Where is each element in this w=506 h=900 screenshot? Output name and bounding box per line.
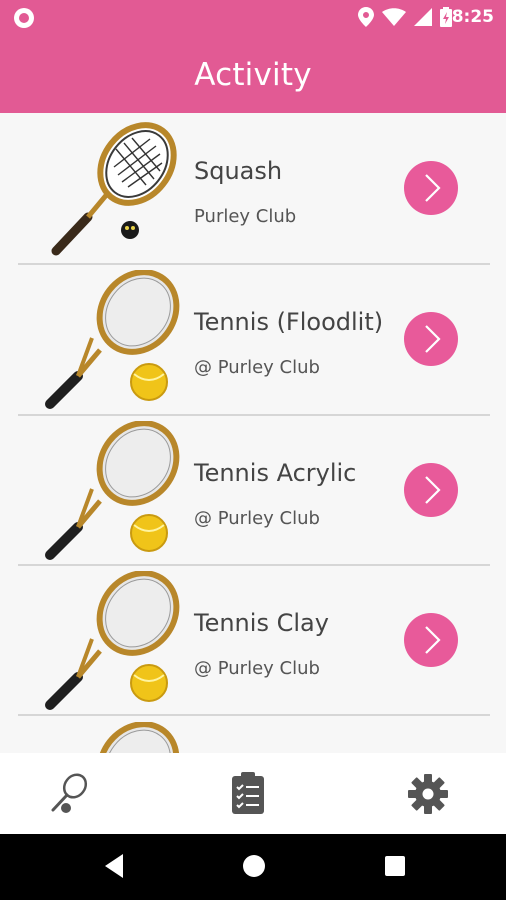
chevron-right-icon <box>425 626 441 654</box>
bottom-navigation <box>0 753 506 834</box>
settings-tab[interactable] <box>402 768 454 820</box>
list-item-squash[interactable]: Squash Purley Club <box>0 113 506 263</box>
recents-icon[interactable] <box>382 852 408 880</box>
activity-title: Tennis Acrylic <box>194 459 357 487</box>
open-activity-button[interactable] <box>404 312 458 366</box>
open-activity-button[interactable] <box>404 463 458 517</box>
tennis-racket-icon <box>45 571 180 710</box>
tennis-racket-icon <box>45 270 180 409</box>
back-icon[interactable] <box>101 852 127 880</box>
racket-ball-icon <box>51 773 88 813</box>
list-item-tennis-acrylic[interactable]: Tennis Acrylic @ Purley Club <box>0 415 506 565</box>
squash-racket-icon <box>51 122 177 256</box>
activity-list: Squash Purley Club Tennis (Floodlit) @ P… <box>0 113 506 753</box>
activity-tab[interactable] <box>43 768 95 820</box>
activity-title: Squash <box>194 157 283 185</box>
list-item-tennis-clay[interactable]: Tennis Clay @ Purley Club <box>0 565 506 715</box>
open-activity-button[interactable] <box>404 613 458 667</box>
gear-icon <box>408 774 448 814</box>
activity-subtitle: @ Purley Club <box>194 357 320 378</box>
status-icons <box>358 7 452 27</box>
activity-subtitle: @ Purley Club <box>194 658 320 679</box>
chevron-right-icon <box>425 325 441 353</box>
tennis-racket-icon <box>45 421 180 560</box>
system-navigation-bar <box>0 834 506 900</box>
wifi-icon <box>382 8 406 26</box>
app-bar: Activity <box>0 36 506 113</box>
notification-icon <box>14 8 34 28</box>
activity-subtitle: Purley Club <box>194 206 297 227</box>
clipboard-checklist-icon <box>232 772 264 814</box>
activity-subtitle: @ Purley Club <box>194 508 320 529</box>
chevron-right-icon <box>425 476 441 504</box>
bookings-tab[interactable] <box>222 768 274 820</box>
activity-title: Tennis (Floodlit) <box>194 308 384 336</box>
signal-icon <box>414 8 432 26</box>
battery-icon <box>440 7 452 27</box>
location-icon <box>358 7 374 27</box>
status-time: 8:25 <box>451 7 494 27</box>
page-title: Activity <box>194 56 312 93</box>
activity-title: Tennis Clay <box>194 609 329 637</box>
tennis-racket-icon <box>96 722 180 753</box>
status-bar: 8:25 <box>0 0 506 36</box>
open-activity-button[interactable] <box>404 161 458 215</box>
list-item-partial[interactable] <box>0 716 506 753</box>
list-item-tennis-floodlit[interactable]: Tennis (Floodlit) @ Purley Club <box>0 264 506 414</box>
chevron-right-icon <box>425 174 441 202</box>
home-icon[interactable] <box>241 852 267 880</box>
